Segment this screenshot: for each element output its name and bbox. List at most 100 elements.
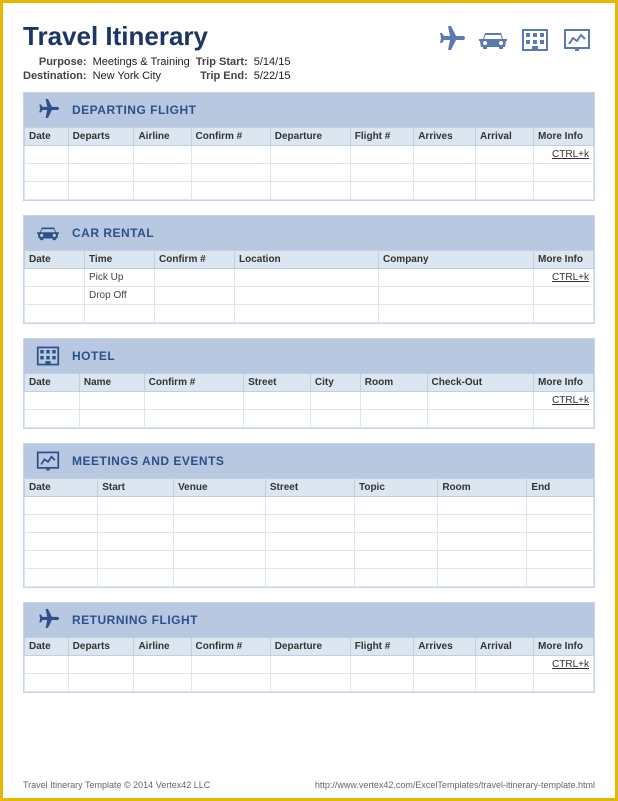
col-arrival: Arrival [476, 638, 534, 656]
departing-flight-section: DEPARTING FLIGHT Date Departs Airline Co… [23, 92, 595, 201]
col-venue: Venue [174, 479, 266, 497]
col-more-info: More Info [534, 638, 594, 656]
plane-icon [433, 25, 469, 55]
table-row: Drop Off [25, 287, 594, 305]
table-row: Pick Up CTRL+k [25, 269, 594, 287]
title-meta: Purpose: Meetings & Training Trip Start:… [23, 56, 290, 82]
table-row [25, 410, 594, 428]
meetings-header: MEETINGS AND EVENTS [24, 444, 594, 478]
departing-flight-table: Date Departs Airline Confirm # Departure… [24, 127, 594, 200]
col-more-info: More Info [534, 374, 594, 392]
title-block: Travel Itinerary Purpose: Meetings & Tra… [23, 21, 290, 82]
col-airline: Airline [134, 638, 191, 656]
col-airline: Airline [134, 128, 191, 146]
col-confirm: Confirm # [191, 128, 270, 146]
car-rental-table: Date Time Confirm # Location Company Mor… [24, 250, 594, 323]
col-end: End [527, 479, 594, 497]
hotel-table: Date Name Confirm # Street City Room Che… [24, 373, 594, 428]
col-date: Date [25, 638, 69, 656]
col-start: Start [98, 479, 174, 497]
table-row [25, 569, 594, 587]
meetings-title: MEETINGS AND EVENTS [72, 454, 224, 468]
departing-plane-icon [34, 98, 62, 122]
table-row [25, 674, 594, 692]
col-confirm: Confirm # [144, 374, 244, 392]
meeting-icon [559, 25, 595, 55]
dropoff-label: Drop Off [85, 287, 155, 305]
trip-start-label: Trip Start: [196, 56, 248, 68]
car-rental-section: CAR RENTAL Date Time Confirm # Location … [23, 215, 595, 324]
col-name: Name [79, 374, 144, 392]
trip-start-value: 5/14/15 [254, 56, 291, 68]
returning-flight-title: RETURNING FLIGHT [72, 613, 198, 627]
col-topic: Topic [354, 479, 437, 497]
table-row [25, 533, 594, 551]
hotel-header: HOTEL [24, 339, 594, 373]
trip-end-label: Trip End: [196, 70, 248, 82]
col-arrives: Arrives [414, 638, 476, 656]
car-rental-title: CAR RENTAL [72, 226, 154, 240]
returning-columns: Date Departs Airline Confirm # Departure… [25, 638, 594, 656]
col-date: Date [25, 128, 69, 146]
table-row [25, 551, 594, 569]
col-arrival: Arrival [476, 128, 534, 146]
col-departure: Departure [270, 128, 350, 146]
car-icon [475, 25, 511, 55]
purpose-value: Meetings & Training [93, 56, 190, 68]
header-icons [433, 25, 595, 55]
table-row [25, 497, 594, 515]
departing-flight-header: DEPARTING FLIGHT [24, 93, 594, 127]
col-more-info: More Info [534, 251, 594, 269]
meetings-section: MEETINGS AND EVENTS Date Start Venue Str… [23, 443, 595, 588]
col-room: Room [360, 374, 427, 392]
returning-flight-header: RETURNING FLIGHT [24, 603, 594, 637]
hotel-icon [517, 25, 553, 55]
destination-label: Destination: [23, 70, 87, 82]
car-rental-icon [34, 221, 62, 245]
col-flight: Flight # [350, 638, 413, 656]
col-city: City [310, 374, 360, 392]
car-ctrl-link[interactable]: CTRL+k [534, 269, 594, 287]
col-location: Location [235, 251, 379, 269]
meetings-columns: Date Start Venue Street Topic Room End [25, 479, 594, 497]
hotel-section-icon [34, 344, 62, 368]
returning-flight-section: RETURNING FLIGHT Date Departs Airline Co… [23, 602, 595, 693]
table-row [25, 515, 594, 533]
col-departs: Departs [68, 128, 134, 146]
hotel-title: HOTEL [72, 349, 115, 363]
col-street: Street [265, 479, 354, 497]
page-footer: Travel Itinerary Template © 2014 Vertex4… [23, 780, 595, 790]
col-departure: Departure [270, 638, 350, 656]
returning-ctrl-link[interactable]: CTRL+k [534, 656, 594, 674]
page-title: Travel Itinerary [23, 21, 290, 52]
col-date: Date [25, 251, 85, 269]
meetings-icon [34, 449, 62, 473]
car-rental-header: CAR RENTAL [24, 216, 594, 250]
col-arrives: Arrives [414, 128, 476, 146]
col-checkout: Check-Out [427, 374, 534, 392]
col-more-info: More Info [534, 128, 594, 146]
footer-left: Travel Itinerary Template © 2014 Vertex4… [23, 780, 210, 790]
pickup-label: Pick Up [85, 269, 155, 287]
returning-plane-icon [34, 608, 62, 632]
table-row [25, 182, 594, 200]
hotel-ctrl-link[interactable]: CTRL+k [534, 392, 594, 410]
departing-ctrl-link[interactable]: CTRL+k [534, 146, 594, 164]
footer-right: http://www.vertex42.com/ExcelTemplates/t… [315, 780, 595, 790]
col-flight: Flight # [350, 128, 413, 146]
table-row: CTRL+k [25, 392, 594, 410]
col-street: Street [244, 374, 311, 392]
destination-value: New York City [93, 70, 190, 82]
col-confirm: Confirm # [191, 638, 270, 656]
col-company: Company [378, 251, 533, 269]
departing-flight-title: DEPARTING FLIGHT [72, 103, 196, 117]
col-date: Date [25, 479, 98, 497]
col-departs: Departs [68, 638, 134, 656]
table-row: CTRL+k [25, 146, 594, 164]
returning-flight-table: Date Departs Airline Confirm # Departure… [24, 637, 594, 692]
meetings-table: Date Start Venue Street Topic Room End [24, 478, 594, 587]
col-confirm: Confirm # [155, 251, 235, 269]
hotel-section: HOTEL Date Name Confirm # Street City Ro… [23, 338, 595, 429]
hotel-columns: Date Name Confirm # Street City Room Che… [25, 374, 594, 392]
trip-end-value: 5/22/15 [254, 70, 291, 82]
